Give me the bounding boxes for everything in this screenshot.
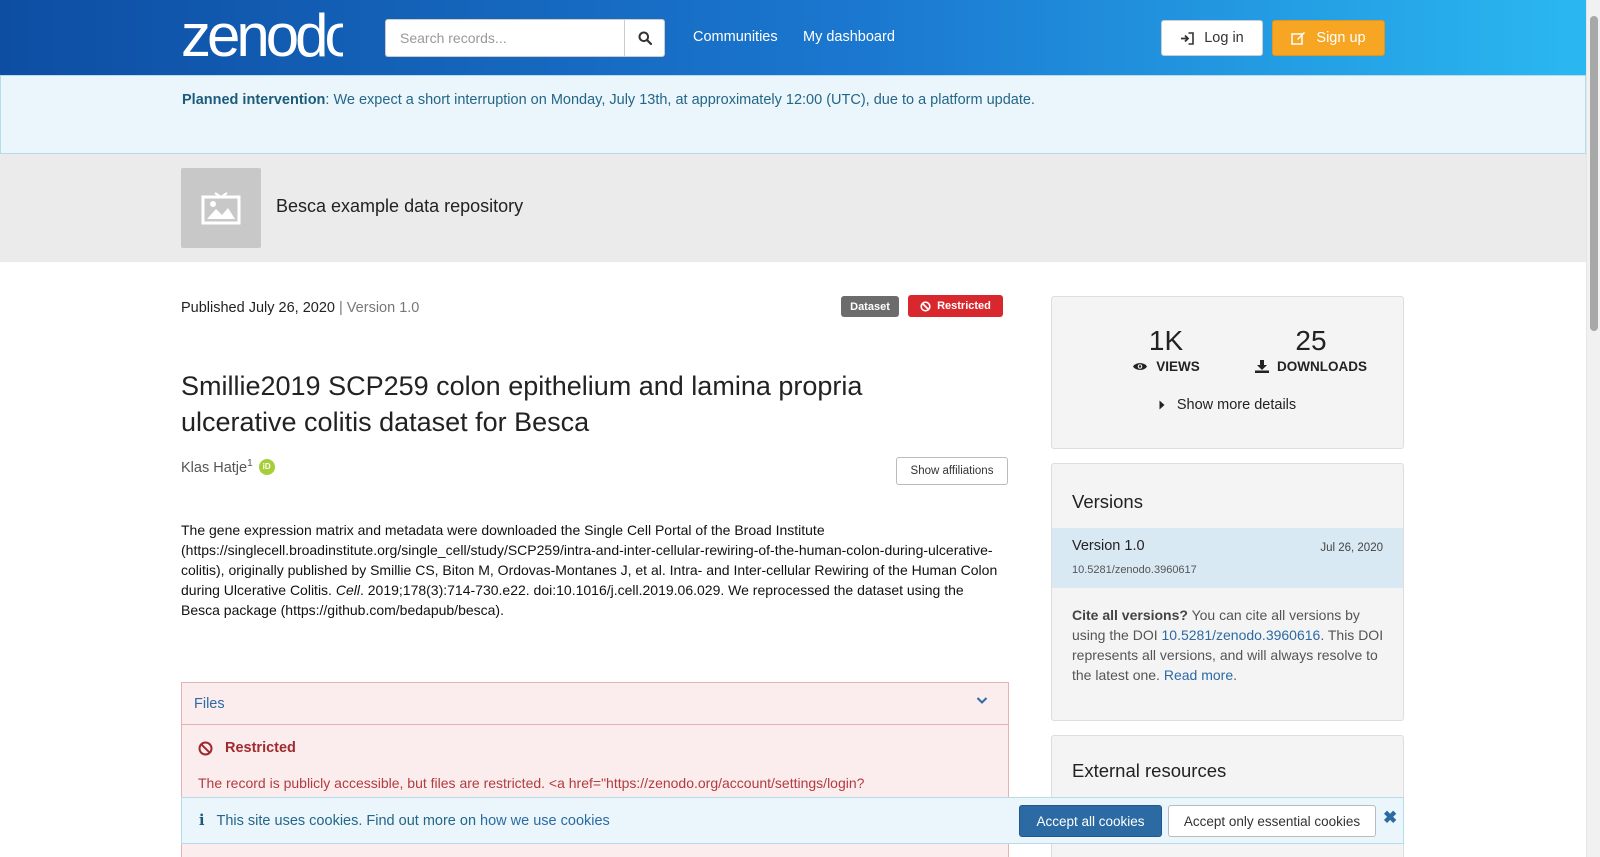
edit-icon xyxy=(1291,32,1306,45)
concept-doi-link[interactable]: 10.5281/zenodo.3960616 xyxy=(1162,627,1321,643)
restricted-badge: Restricted xyxy=(908,295,1003,317)
files-header-label: Files xyxy=(194,695,225,712)
search-input[interactable] xyxy=(385,19,624,57)
publication-info: Published July 26, 2020 | Version 1.0 xyxy=(181,300,419,316)
sign-in-icon xyxy=(1181,31,1195,45)
nav-my-dashboard[interactable]: My dashboard xyxy=(803,29,895,45)
downloads-count: 25 xyxy=(1295,325,1327,356)
caret-right-icon xyxy=(1159,400,1165,410)
views-count: 1K xyxy=(1148,325,1184,356)
creator-name[interactable]: Klas Hatje1 xyxy=(181,458,253,476)
files-header[interactable]: Files xyxy=(182,683,1008,725)
page-scrollbar[interactable] xyxy=(1586,0,1600,857)
download-icon xyxy=(1255,360,1269,373)
cite-all-versions: Cite all versions? You can cite all vers… xyxy=(1072,605,1388,685)
signup-button[interactable]: Sign up xyxy=(1272,20,1385,56)
version-doi: 10.5281/zenodo.3960617 xyxy=(1072,564,1197,576)
cookie-policy-link[interactable]: how we use cookies xyxy=(480,813,610,829)
nav-communities[interactable]: Communities xyxy=(693,29,778,45)
cite-all-period: . xyxy=(1233,667,1237,683)
record-title: Smillie2019 SCP259 colon epithelium and … xyxy=(181,371,863,437)
community-logo-placeholder[interactable] xyxy=(181,168,261,248)
files-restricted-label: Restricted xyxy=(225,740,296,756)
cookie-text: This site uses cookies. Find out more on xyxy=(216,812,477,829)
eye-icon xyxy=(1133,363,1148,370)
community-title[interactable]: Besca example data repository xyxy=(276,196,523,217)
restricted-badge-label: Restricted xyxy=(937,300,991,312)
show-affiliations-button[interactable]: Show affiliations xyxy=(896,457,1008,485)
external-resources-title: External resources xyxy=(1072,760,1227,781)
show-more-details-label: Show more details xyxy=(1176,397,1297,413)
ban-icon xyxy=(198,741,213,755)
downloads-label-row: DOWNLOADS xyxy=(1246,359,1376,374)
views-label-row: VIEWS xyxy=(1116,359,1216,374)
announcement-banner: Planned intervention: We expect a short … xyxy=(0,75,1586,154)
announcement-text: Planned intervention: We expect a short … xyxy=(182,92,1035,108)
downloads-stat: 25 DOWNLOADS xyxy=(1246,325,1376,374)
accept-essential-cookies-button[interactable]: Accept only essential cookies xyxy=(1168,805,1376,837)
image-icon xyxy=(201,192,241,225)
announcement-message: : We expect a short interruption on Mond… xyxy=(325,92,1035,108)
versions-title: Versions xyxy=(1072,491,1143,512)
record-description: The gene expression matrix and metadata … xyxy=(181,520,1001,620)
description-journal: Cell xyxy=(335,582,360,598)
search-bar xyxy=(385,19,665,57)
published-date: Published July 26, 2020 xyxy=(181,300,335,316)
search-button[interactable] xyxy=(624,19,665,57)
stats-card: 1K VIEWS 25 DOWNLOADS Show more details xyxy=(1051,296,1404,449)
top-navbar: zenodo Communities My dashboard Log in S… xyxy=(0,0,1586,75)
creator: Klas Hatje1 iD xyxy=(181,458,275,476)
record-version: | Version 1.0 xyxy=(339,300,420,316)
affiliation-ref: 1 xyxy=(247,458,253,469)
accept-all-cookies-button[interactable]: Accept all cookies xyxy=(1019,805,1162,837)
views-stat: 1K VIEWS xyxy=(1116,325,1216,374)
close-icon[interactable]: ✖ xyxy=(1383,808,1397,828)
version-name[interactable]: Version 1.0 xyxy=(1072,538,1145,554)
downloads-label: DOWNLOADS xyxy=(1277,359,1367,374)
views-label: VIEWS xyxy=(1156,359,1200,374)
orcid-icon[interactable]: iD xyxy=(258,458,275,475)
dataset-badge: Dataset xyxy=(841,296,899,317)
read-more-link[interactable]: Read more xyxy=(1164,667,1233,683)
version-date: Jul 26, 2020 xyxy=(1320,542,1383,554)
files-restricted-title: Restricted xyxy=(198,740,296,756)
zenodo-logo[interactable]: zenodo xyxy=(181,10,343,62)
chevron-down-icon[interactable] xyxy=(976,696,988,705)
search-icon xyxy=(638,31,652,45)
show-more-details-toggle[interactable]: Show more details xyxy=(1052,397,1403,413)
cite-all-bold: Cite all versions? xyxy=(1072,607,1188,623)
files-restricted-text: The record is publicly accessible, but f… xyxy=(198,775,865,791)
scrollbar-thumb[interactable] xyxy=(1590,16,1598,331)
signup-label: Sign up xyxy=(1316,30,1366,46)
info-icon: i xyxy=(199,812,205,829)
ban-icon xyxy=(920,300,931,312)
login-label: Log in xyxy=(1204,30,1244,46)
version-row[interactable]: Version 1.0 Jul 26, 2020 10.5281/zenodo.… xyxy=(1052,528,1403,588)
cookie-banner: i This site uses cookies. Find out more … xyxy=(181,797,1404,844)
creator-name-text: Klas Hatje xyxy=(181,459,248,476)
login-button[interactable]: Log in xyxy=(1161,20,1263,56)
community-header: Besca example data repository xyxy=(0,154,1586,262)
svg-text:zenodo: zenodo xyxy=(181,10,343,62)
versions-card: Versions Version 1.0 Jul 26, 2020 10.528… xyxy=(1051,463,1404,721)
announcement-label: Planned intervention xyxy=(182,92,326,108)
